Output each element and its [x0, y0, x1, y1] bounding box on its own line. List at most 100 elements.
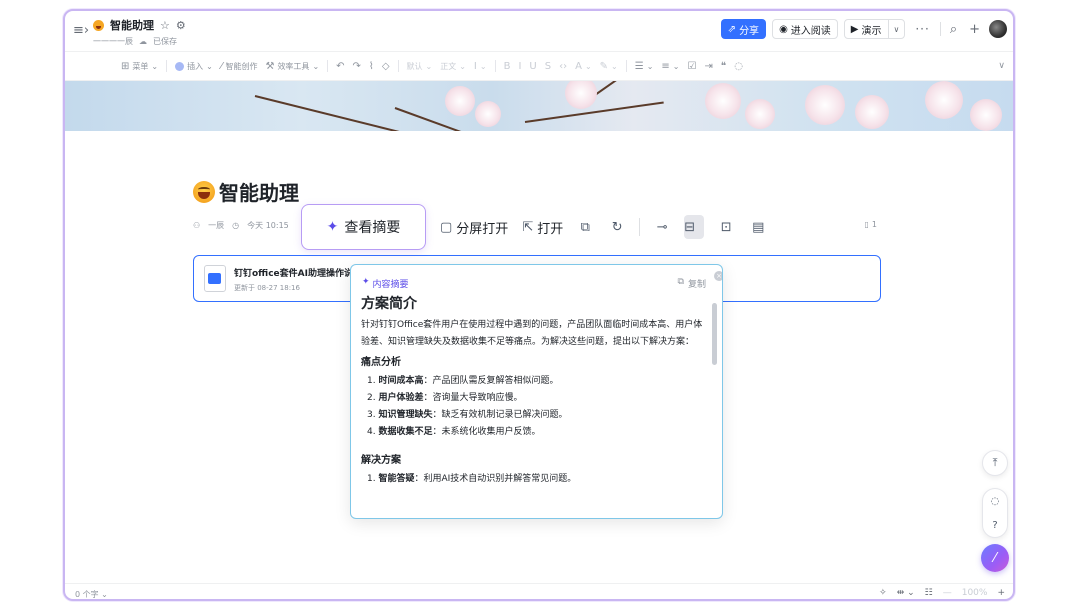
summary-popover: × ✦ 内容摘要 ⧉ 复制 方案简介 针对钉钉Office套件用户在使用过程中遇…	[350, 264, 723, 519]
split-screen-open-button[interactable]: ▢ 分屏打开	[440, 218, 508, 237]
split-open-label: 分屏打开	[456, 221, 509, 237]
search-icon[interactable]: ⌕	[947, 22, 960, 37]
summary-content: 针对钉钉Office套件用户在使用过程中遇到的问题，产品团队面临时间成本高、用户…	[361, 317, 706, 517]
doc-sub-line: 一一一一辰 ☁ 已保存	[93, 36, 186, 47]
copy-icon[interactable]: ⧉	[575, 220, 595, 235]
comment-icon[interactable]: ◌	[734, 61, 743, 72]
font-size-select[interactable]: Ⅰ ⌄	[474, 61, 487, 72]
back-to-top-icon[interactable]: ⤒	[982, 450, 1008, 476]
font-size-icon: Ⅰ	[473, 60, 477, 72]
read-label: 进入阅读	[790, 25, 831, 37]
present-chevron-icon[interactable]: ∨	[887, 20, 905, 38]
undo-icon[interactable]: ↶	[336, 61, 344, 72]
settings-icon[interactable]: ⚙	[176, 19, 186, 32]
blossom-shape	[705, 83, 741, 119]
toolbox-icon: ⚒	[265, 60, 275, 72]
bold-icon[interactable]: B	[504, 61, 511, 72]
quote-icon[interactable]: ❝	[721, 61, 726, 72]
divider	[625, 60, 627, 72]
present-button[interactable]: ▶ 演示	[845, 20, 888, 38]
divider	[939, 22, 941, 36]
help-icon[interactable]: ?	[992, 520, 997, 531]
more-icon[interactable]: ···	[911, 22, 933, 36]
card-view-icon[interactable]: ⊟	[684, 215, 705, 239]
word-count[interactable]: 0 个字 ⌄	[75, 589, 108, 599]
toolbar-collapse-icon[interactable]: ∨	[998, 61, 1005, 71]
refresh-icon[interactable]: ↻	[607, 220, 627, 235]
insert-icon	[175, 61, 185, 71]
zoom-level[interactable]: 100%	[962, 588, 988, 598]
italic-icon[interactable]: I	[518, 61, 521, 72]
list-item: 4. 数据收集不足：未系统化收集用户反馈。	[367, 427, 541, 437]
body-text-select[interactable]: 正文 ⌄	[440, 61, 466, 72]
blossom-shape	[970, 99, 1002, 131]
insert-label: 插入	[187, 61, 204, 71]
star-icon[interactable]: ☆	[160, 19, 170, 32]
outline-icon[interactable]: ☷	[925, 588, 933, 598]
checkbox-icon[interactable]: ☑	[688, 61, 697, 72]
indent-icon[interactable]: ⇥	[704, 61, 712, 72]
zoom-in-icon[interactable]: +	[997, 588, 1005, 598]
divider	[639, 218, 641, 236]
present-label: 演示	[861, 25, 882, 37]
page-count[interactable]: ▯ 1	[865, 220, 878, 229]
doc-file-icon	[204, 265, 226, 292]
summary-intro: 针对钉钉Office套件用户在使用过程中遇到的问题，产品团队面临时间成本高、用户…	[361, 320, 703, 347]
zoom-out-icon[interactable]: —	[943, 588, 952, 598]
eraser-icon[interactable]: ◇	[382, 61, 390, 72]
font-style-select[interactable]: 默认 ⌄	[407, 61, 433, 72]
close-icon[interactable]: ×	[714, 271, 722, 281]
list-item: 3. 知识管理缺失：缺乏有效机制记录已解决问题。	[367, 410, 568, 420]
align-icon[interactable]: ≡ ⌄	[661, 61, 679, 72]
ai-check-icon[interactable]: ✧	[879, 588, 887, 598]
blossom-shape	[475, 101, 501, 127]
doc-title[interactable]: 智能助理	[110, 17, 154, 33]
sparkle-wand-icon: ✦	[326, 219, 339, 235]
copy-button[interactable]: ⧉ 复制	[678, 277, 706, 290]
pain-list: 1. 时间成本高：产品团队需反复解答相似问题。 2. 用户体验差：咨询量大导致响…	[361, 373, 706, 441]
efficiency-tools-button[interactable]: ⚒ 效率工具 ⌄	[265, 61, 319, 72]
cloud-saved-icon: ☁	[139, 37, 147, 46]
divider	[166, 60, 168, 72]
chat-icon[interactable]: ◌	[991, 496, 1000, 507]
inline-view-icon[interactable]: ⊸	[652, 220, 672, 235]
copy-label: 复制	[687, 280, 706, 290]
code-icon[interactable]: ‹›	[559, 61, 567, 72]
list-icon[interactable]: ☰ ⌄	[635, 61, 654, 72]
status-right: ✧ ⇹ ⌄ ☷ — 100% +	[879, 588, 1005, 598]
preview-view-icon[interactable]: ⊡	[716, 220, 736, 235]
redo-icon[interactable]: ↷	[353, 61, 361, 72]
scrollbar[interactable]	[712, 303, 717, 513]
full-view-icon[interactable]: ▤	[748, 220, 768, 235]
highlight-icon[interactable]: ✎ ⌄	[600, 61, 618, 72]
menu-button[interactable]: ⊞ 菜单 ⌄	[121, 61, 158, 72]
list-item: 2. 用户体验差：咨询量大导致响应慢。	[367, 393, 523, 403]
doc-author[interactable]: 一辰	[208, 220, 224, 231]
eye-icon: ◉	[779, 23, 788, 35]
emoji-icon	[93, 19, 104, 31]
scrollbar-thumb[interactable]	[712, 303, 717, 365]
page-title[interactable]: 智能助理	[193, 177, 299, 206]
format-painter-icon[interactable]: ⌇	[369, 61, 374, 72]
plus-icon[interactable]: +	[966, 22, 983, 37]
blossom-shape	[445, 86, 475, 116]
share-button[interactable]: ⇗ 分享	[720, 19, 767, 39]
sidebar-toggle-icon[interactable]: ≡›	[73, 23, 89, 38]
strikethrough-icon[interactable]: S	[545, 61, 551, 72]
ai-assistant-button[interactable]: ⁄	[981, 544, 1009, 572]
underline-icon[interactable]: U	[529, 61, 536, 72]
view-summary-button[interactable]: ✦ 查看摘要	[301, 204, 426, 250]
view-summary-label: 查看摘要	[344, 220, 401, 236]
list-item: 1. 时间成本高：产品团队需反复解答相似问题。	[367, 376, 559, 386]
avatar[interactable]	[989, 20, 1007, 38]
ai-create-button[interactable]: ⁄ 智能创作	[221, 61, 258, 72]
pain-heading: 痛点分析	[361, 357, 401, 368]
open-button[interactable]: ⇱ 打开	[522, 218, 563, 237]
list-item: 1. 智能答疑：利用AI技术自动识别并解答常见问题。	[367, 474, 577, 484]
doc-title-line: 智能助理 ☆ ⚙	[93, 17, 186, 33]
read-mode-button[interactable]: ◉ 进入阅读	[772, 19, 838, 39]
insert-button[interactable]: 插入 ⌄	[175, 61, 213, 72]
text-color-icon[interactable]: A ⌄	[575, 61, 592, 72]
chevron-down-icon: ⌄	[206, 61, 213, 71]
page-width-icon[interactable]: ⇹ ⌄	[897, 588, 915, 598]
